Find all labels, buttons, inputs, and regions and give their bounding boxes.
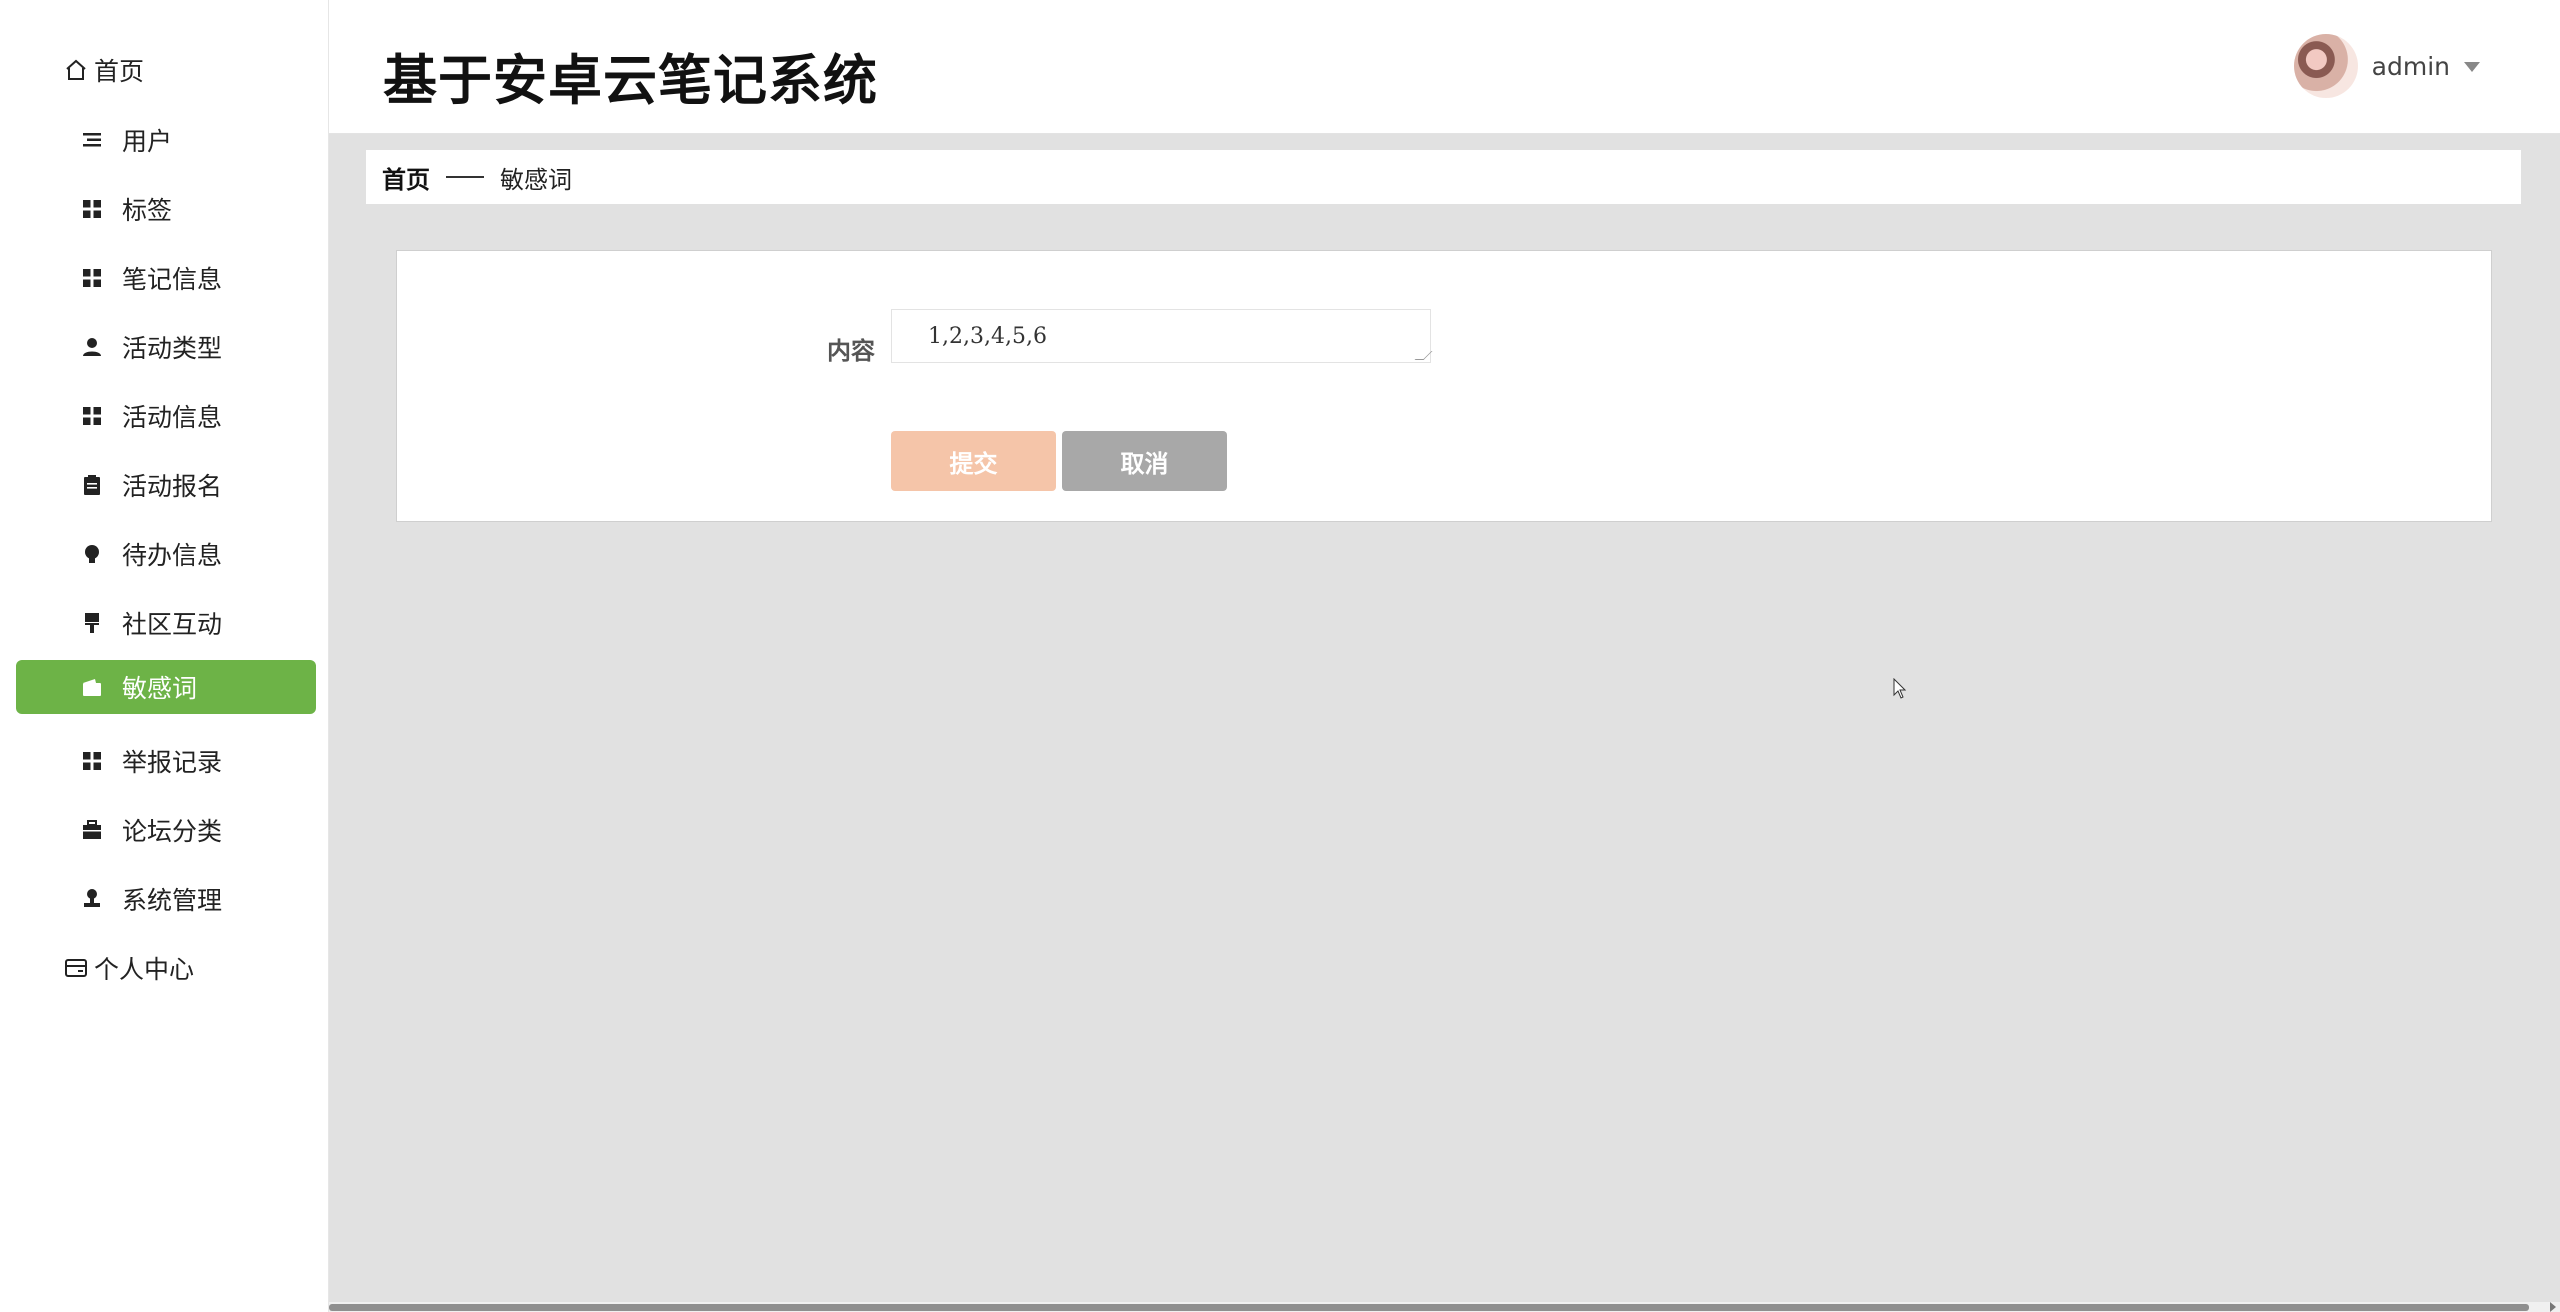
- sidebar-item-label: 举报记录: [122, 748, 223, 777]
- sidebar-item-label: 论坛分类: [122, 817, 223, 846]
- sidebar-item-community[interactable]: 社区互动: [16, 596, 316, 650]
- user-menu[interactable]: admin: [2293, 33, 2480, 99]
- sidebar-item-tags[interactable]: 标签: [16, 182, 316, 236]
- username[interactable]: admin: [2372, 52, 2450, 81]
- sidebar-item-system-management[interactable]: 系统管理: [16, 872, 316, 926]
- breadcrumb: 首页 敏感词: [366, 150, 2521, 204]
- horizontal-scrollbar[interactable]: [329, 1302, 2560, 1312]
- clipboard-icon: [80, 473, 104, 497]
- sidebar-item-profile[interactable]: 个人中心: [16, 941, 316, 995]
- stamp-icon: [80, 887, 104, 911]
- breadcrumb-current: 敏感词: [500, 165, 572, 194]
- resize-handle-icon[interactable]: [1414, 351, 1433, 360]
- bulb-icon: [80, 542, 104, 566]
- sidebar-item-label: 首页: [94, 57, 145, 86]
- grid-icon: [80, 404, 104, 428]
- app-title: 基于安卓云笔记系统: [383, 49, 878, 112]
- grid-icon: [80, 197, 104, 221]
- user-icon: [80, 335, 104, 359]
- sidebar-item-activity-types[interactable]: 活动类型: [16, 320, 316, 374]
- mouse-cursor-icon: [1893, 678, 1907, 699]
- sidebar-item-label: 系统管理: [122, 886, 223, 915]
- grid-icon: [80, 266, 104, 290]
- sidebar-item-users[interactable]: 用户: [16, 113, 316, 167]
- sidebar-item-registrations[interactable]: 活动报名: [16, 458, 316, 512]
- brush-icon: [80, 611, 104, 635]
- grid-icon: [80, 749, 104, 773]
- sidebar-item-label: 活动报名: [122, 472, 223, 501]
- briefcase-icon: [80, 818, 104, 842]
- sidebar-item-activities[interactable]: 活动信息: [16, 389, 316, 443]
- sidebar-item-label: 活动类型: [122, 334, 223, 363]
- main-content: 首页 敏感词 内容 1,2,3,4,5,6 提交 取消: [329, 134, 2560, 1312]
- content-textarea[interactable]: 1,2,3,4,5,6: [891, 309, 1433, 363]
- sidebar-item-todos[interactable]: 待办信息: [16, 527, 316, 581]
- sidebar-item-label: 笔记信息: [122, 265, 223, 294]
- sidebar-item-forum-categories[interactable]: 论坛分类: [16, 803, 316, 857]
- sidebar-item-label: 活动信息: [122, 403, 223, 432]
- breadcrumb-home[interactable]: 首页: [382, 160, 430, 195]
- content-value: 1,2,3,4,5,6: [928, 323, 1047, 349]
- sidebar-item-home[interactable]: 首页: [16, 43, 316, 97]
- scroll-right-arrow-icon[interactable]: [2550, 1302, 2556, 1312]
- submit-button[interactable]: 提交: [891, 431, 1056, 491]
- wallet-icon: [80, 675, 104, 699]
- scrollbar-thumb[interactable]: [329, 1304, 2529, 1311]
- sidebar: 首页 用户 标签 笔记信息 活动类型 活动信息 活动报名 待办信息 社区互动 敏…: [0, 0, 329, 1312]
- sidebar-item-label: 用户: [122, 127, 173, 156]
- cancel-button[interactable]: 取消: [1062, 431, 1227, 491]
- avatar[interactable]: [2293, 34, 2358, 98]
- home-icon: [64, 58, 88, 82]
- sidebar-item-reports[interactable]: 举报记录: [16, 734, 316, 788]
- header: 基于安卓云笔记系统 admin: [329, 0, 2560, 134]
- sidebar-item-label: 社区互动: [122, 610, 223, 639]
- content-label: 内容: [827, 337, 875, 365]
- sidebar-item-label: 个人中心: [94, 955, 195, 984]
- sidebar-item-label: 标签: [122, 196, 173, 225]
- chevron-down-icon[interactable]: [2464, 62, 2480, 72]
- list-icon: [80, 128, 104, 152]
- sidebar-item-sensitive-words[interactable]: 敏感词: [16, 660, 316, 714]
- sensitive-word-form: 内容 1,2,3,4,5,6 提交 取消: [396, 250, 2492, 522]
- sidebar-item-label: 敏感词: [122, 674, 198, 703]
- sidebar-item-notes[interactable]: 笔记信息: [16, 251, 316, 305]
- sidebar-item-label: 待办信息: [122, 541, 223, 570]
- card-icon: [64, 956, 88, 980]
- breadcrumb-separator: [446, 176, 484, 178]
